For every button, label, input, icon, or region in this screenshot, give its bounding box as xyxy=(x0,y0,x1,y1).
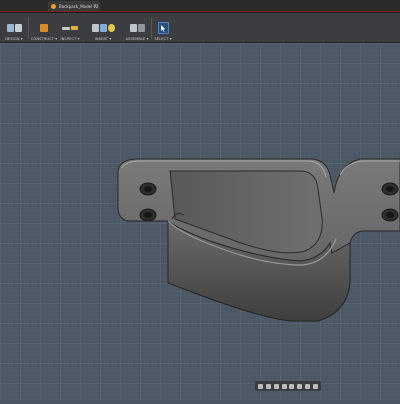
mount-hole-right-top-inner xyxy=(386,186,394,192)
look-at-icon[interactable] xyxy=(266,383,272,389)
canvas-viewport[interactable] xyxy=(0,43,400,400)
mount-hole-left-bottom-inner xyxy=(144,212,152,218)
display-settings-icon[interactable] xyxy=(297,383,303,389)
insert-derive-icon[interactable] xyxy=(91,24,99,32)
measure-icon[interactable] xyxy=(62,26,70,30)
insert-menu[interactable]: INSERT ▾ xyxy=(88,15,118,41)
viewports-icon[interactable] xyxy=(312,383,318,389)
construct-label: CONSTRUCT ▾ xyxy=(30,37,58,41)
insert-label: INSERT ▾ xyxy=(94,37,112,41)
toolbar-divider xyxy=(151,17,152,39)
new-component-assemble-icon[interactable] xyxy=(129,24,137,32)
interference-icon[interactable] xyxy=(71,26,78,30)
select-icon[interactable] xyxy=(157,22,169,34)
mount-hole-left-top-inner xyxy=(144,186,152,192)
close-icon[interactable]: × xyxy=(93,3,97,9)
sketch-icon[interactable] xyxy=(14,24,22,32)
zoom-icon[interactable] xyxy=(281,383,287,389)
assemble-label: ASSEMBLE ▾ xyxy=(125,37,149,41)
design-workspace-menu[interactable]: DESIGN ▾ xyxy=(2,15,26,41)
joint-icon[interactable] xyxy=(137,24,145,32)
fit-icon[interactable] xyxy=(289,383,295,389)
model-canvas[interactable] xyxy=(0,43,400,400)
toolbar-divider xyxy=(28,17,29,39)
mount-hole-right-bottom-inner xyxy=(386,212,394,218)
grid-settings-icon[interactable] xyxy=(304,383,310,389)
decal-icon[interactable] xyxy=(107,24,115,32)
navigation-bar xyxy=(255,381,321,391)
title-bar: Backpack_Model v2 × xyxy=(0,0,400,13)
new-component-icon[interactable] xyxy=(6,24,14,32)
pan-icon[interactable] xyxy=(273,383,279,389)
assemble-menu[interactable]: ASSEMBLE ▾ xyxy=(124,15,150,41)
insert-image-icon[interactable] xyxy=(99,24,107,32)
design-label: DESIGN ▾ xyxy=(5,37,23,41)
orbit-icon[interactable] xyxy=(258,383,264,389)
toolbar: DESIGN ▾ CONSTRUCT ▾ INSPECT ▾ INSERT ▾ … xyxy=(0,13,400,43)
inspect-label: INSPECT ▾ xyxy=(60,37,80,41)
document-icon xyxy=(51,4,56,9)
inspect-menu[interactable]: INSPECT ▾ xyxy=(58,15,82,41)
offset-plane-icon[interactable] xyxy=(40,24,48,32)
titlebar-accent xyxy=(0,11,400,12)
select-menu[interactable]: SELECT ▾ xyxy=(153,15,173,41)
select-label: SELECT ▾ xyxy=(154,37,172,41)
construct-menu[interactable]: CONSTRUCT ▾ xyxy=(31,15,57,41)
